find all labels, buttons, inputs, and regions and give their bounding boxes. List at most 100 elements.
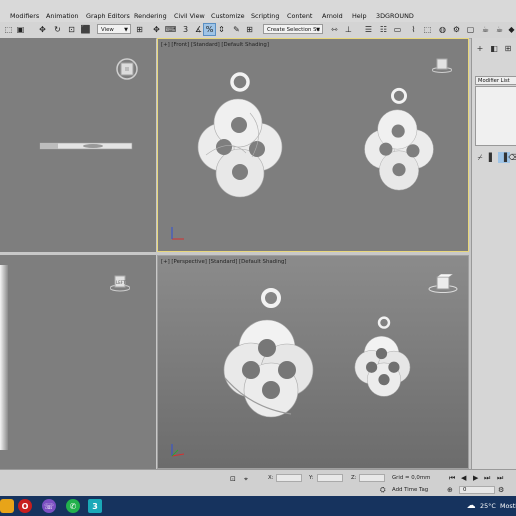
z-coordinate-field[interactable] [359, 474, 385, 482]
render-setup-icon[interactable]: ⚙ [451, 24, 462, 35]
3ds-max-badge: 3 [92, 501, 98, 511]
keyboard-shortcut-icon[interactable]: ⌨ [165, 24, 177, 35]
window-crossing-icon[interactable]: ▣ [15, 24, 26, 35]
whatsapp-icon[interactable]: ✆ [66, 499, 80, 513]
pendant-large-perspective [223, 288, 314, 418]
menu-graph-editors[interactable]: Graph Editors [86, 12, 130, 20]
graphite-toolbar-icon[interactable]: ▭ [392, 24, 403, 35]
menu-civil-view[interactable]: Civil View [174, 12, 205, 20]
chevron-down-icon: ▼ [316, 27, 320, 33]
y-coordinate-field[interactable] [317, 474, 343, 482]
axis-gizmo-icon [171, 227, 184, 240]
pendant-small-front [364, 87, 434, 191]
previous-frame-icon[interactable]: ◀ [461, 474, 466, 482]
curve-editor-icon[interactable]: ⌇ [408, 24, 419, 35]
viewport-front[interactable]: [+] [Front] [Standard] [Default Shading] [157, 38, 469, 252]
viber-icon[interactable]: ☏ [42, 499, 56, 513]
hierarchy-tab-icon[interactable]: ⊞ [502, 43, 514, 54]
menu-arnold[interactable]: Arnold [322, 12, 343, 20]
menu-rendering[interactable]: Rendering [134, 12, 167, 20]
file-explorer-icon[interactable] [0, 499, 14, 513]
spinner-snap-icon[interactable]: ⇕ [216, 24, 227, 35]
named-selection-icon[interactable]: ⊞ [244, 24, 255, 35]
percent-snap-icon[interactable]: % [203, 23, 216, 36]
pin-stack-icon[interactable]: ⌿ [474, 152, 486, 163]
schematic-view-icon[interactable]: ⬚ [422, 24, 433, 35]
pendant-large-front [197, 72, 283, 198]
grid-size: Grid = 0,0mm [392, 475, 431, 481]
selection-lock-icon[interactable]: ⊡ [230, 475, 236, 483]
viewcube-icon[interactable]: LEFT [110, 273, 130, 292]
time-configuration-icon[interactable]: ⚙ [498, 486, 504, 494]
viewport-perspective[interactable]: [+] [Perspective] [Standard] [Default Sh… [157, 255, 469, 469]
render-production-icon[interactable]: ☕ [480, 24, 491, 35]
go-to-start-icon[interactable]: ⏮ [449, 474, 455, 483]
mirror-icon[interactable]: ⇿ [329, 24, 340, 35]
add-time-tag[interactable]: Add Time Tag [392, 487, 428, 493]
axis-gizmo-icon [171, 444, 185, 457]
menu-customize[interactable]: Customize [211, 12, 245, 20]
cloud-icon: ☁ [466, 501, 476, 511]
time-tag-icon[interactable]: ⛭ [380, 486, 386, 495]
opera-icon[interactable]: O [18, 499, 32, 513]
remove-modifier-icon[interactable]: ⌫ [508, 152, 516, 163]
modifier-list-dropdown[interactable]: Modifier List [475, 76, 516, 85]
render-iterative-icon[interactable]: ☕ [494, 24, 505, 35]
viewport-top-left[interactable] [0, 38, 156, 252]
menu-animation[interactable]: Animation [46, 12, 79, 20]
3ds-max-taskbar-icon[interactable]: 3 [88, 499, 102, 513]
viewcube-left-label: LEFT [116, 280, 126, 285]
show-end-result-icon[interactable]: ▌ [486, 152, 498, 163]
key-mode-icon[interactable]: ⊕ [447, 486, 453, 494]
modify-tab-icon[interactable]: ◧ [488, 43, 500, 54]
modifier-stack[interactable] [475, 86, 516, 146]
arnold-render-icon[interactable]: ◆ [506, 24, 516, 35]
pendant-small-perspective [354, 316, 411, 397]
y-label: Y: [309, 475, 314, 481]
x-coordinate-field[interactable] [276, 474, 302, 482]
scale-icon[interactable]: ⊡ [66, 24, 77, 35]
status-bar: ⊡ ⌖ X: Y: Z: Grid = 0,0mm ⛭ Add Time Tag… [0, 469, 516, 497]
menu-scripting[interactable]: Scripting [251, 12, 279, 20]
weather-text: Mostl [500, 502, 516, 510]
current-frame-value: 0 [463, 487, 467, 493]
reference-coordinate-dropdown[interactable]: View ▼ [97, 24, 131, 34]
rendered-frame-window-icon[interactable]: ▢ [465, 24, 476, 35]
front-view-canvas [171, 72, 434, 240]
perspective-canvas [171, 288, 411, 457]
menu-bar: Modifiers Animation Graph Editors Render… [0, 0, 516, 23]
reference-coordinate-value: View [101, 27, 114, 33]
snap-3d-icon[interactable]: 3 [180, 24, 191, 35]
scene-explorer-icon[interactable]: ☰ [363, 24, 374, 35]
edit-named-selection-icon[interactable]: ✎ [231, 24, 242, 35]
next-frame-icon[interactable]: ⏭ [484, 474, 490, 483]
play-icon[interactable]: ▶ [473, 474, 478, 482]
material-editor-icon[interactable]: ◍ [437, 24, 448, 35]
modifier-list-label: Modifier List [478, 78, 510, 84]
command-panel: + ◧ ⊞ Modifier List ⌿ ▌ ▐ ⌫ [471, 38, 516, 472]
layer-explorer-icon[interactable]: ☷ [378, 24, 389, 35]
menu-help[interactable]: Help [352, 12, 367, 20]
select-region-icon[interactable]: ⬚ [3, 24, 14, 35]
viewport-bottom-left[interactable]: LEFT [0, 255, 156, 469]
rotate-icon[interactable]: ↻ [52, 24, 63, 35]
pivot-center-icon[interactable]: ⊞ [134, 24, 145, 35]
create-tab-icon[interactable]: + [474, 43, 486, 54]
temperature: 25°C [480, 502, 496, 510]
x-label: X: [268, 475, 274, 481]
go-to-end-icon[interactable]: ⏭ [497, 474, 503, 483]
windows-taskbar: O ☏ ✆ 3 ☁ 25°C Mostl [0, 496, 516, 516]
placement-icon[interactable]: ⬛ [80, 24, 91, 35]
select-manipulate-icon[interactable]: ✥ [151, 24, 162, 35]
menu-3dground[interactable]: 3DGROUND [376, 12, 414, 20]
current-frame-field[interactable]: 0 [459, 486, 495, 494]
menu-content[interactable]: Content [287, 12, 312, 20]
align-icon[interactable]: ⊥ [343, 24, 354, 35]
viewcube-icon[interactable] [114, 56, 140, 82]
move-icon[interactable]: ✥ [37, 24, 48, 35]
angle-snap-icon[interactable]: ∡ [193, 24, 204, 35]
absolute-mode-icon[interactable]: ⌖ [244, 475, 248, 484]
menu-modifiers[interactable]: Modifiers [10, 12, 39, 20]
named-selection-set-dropdown[interactable]: Create Selection Se ▼ [263, 24, 323, 34]
left-bottom-canvas [0, 265, 8, 450]
